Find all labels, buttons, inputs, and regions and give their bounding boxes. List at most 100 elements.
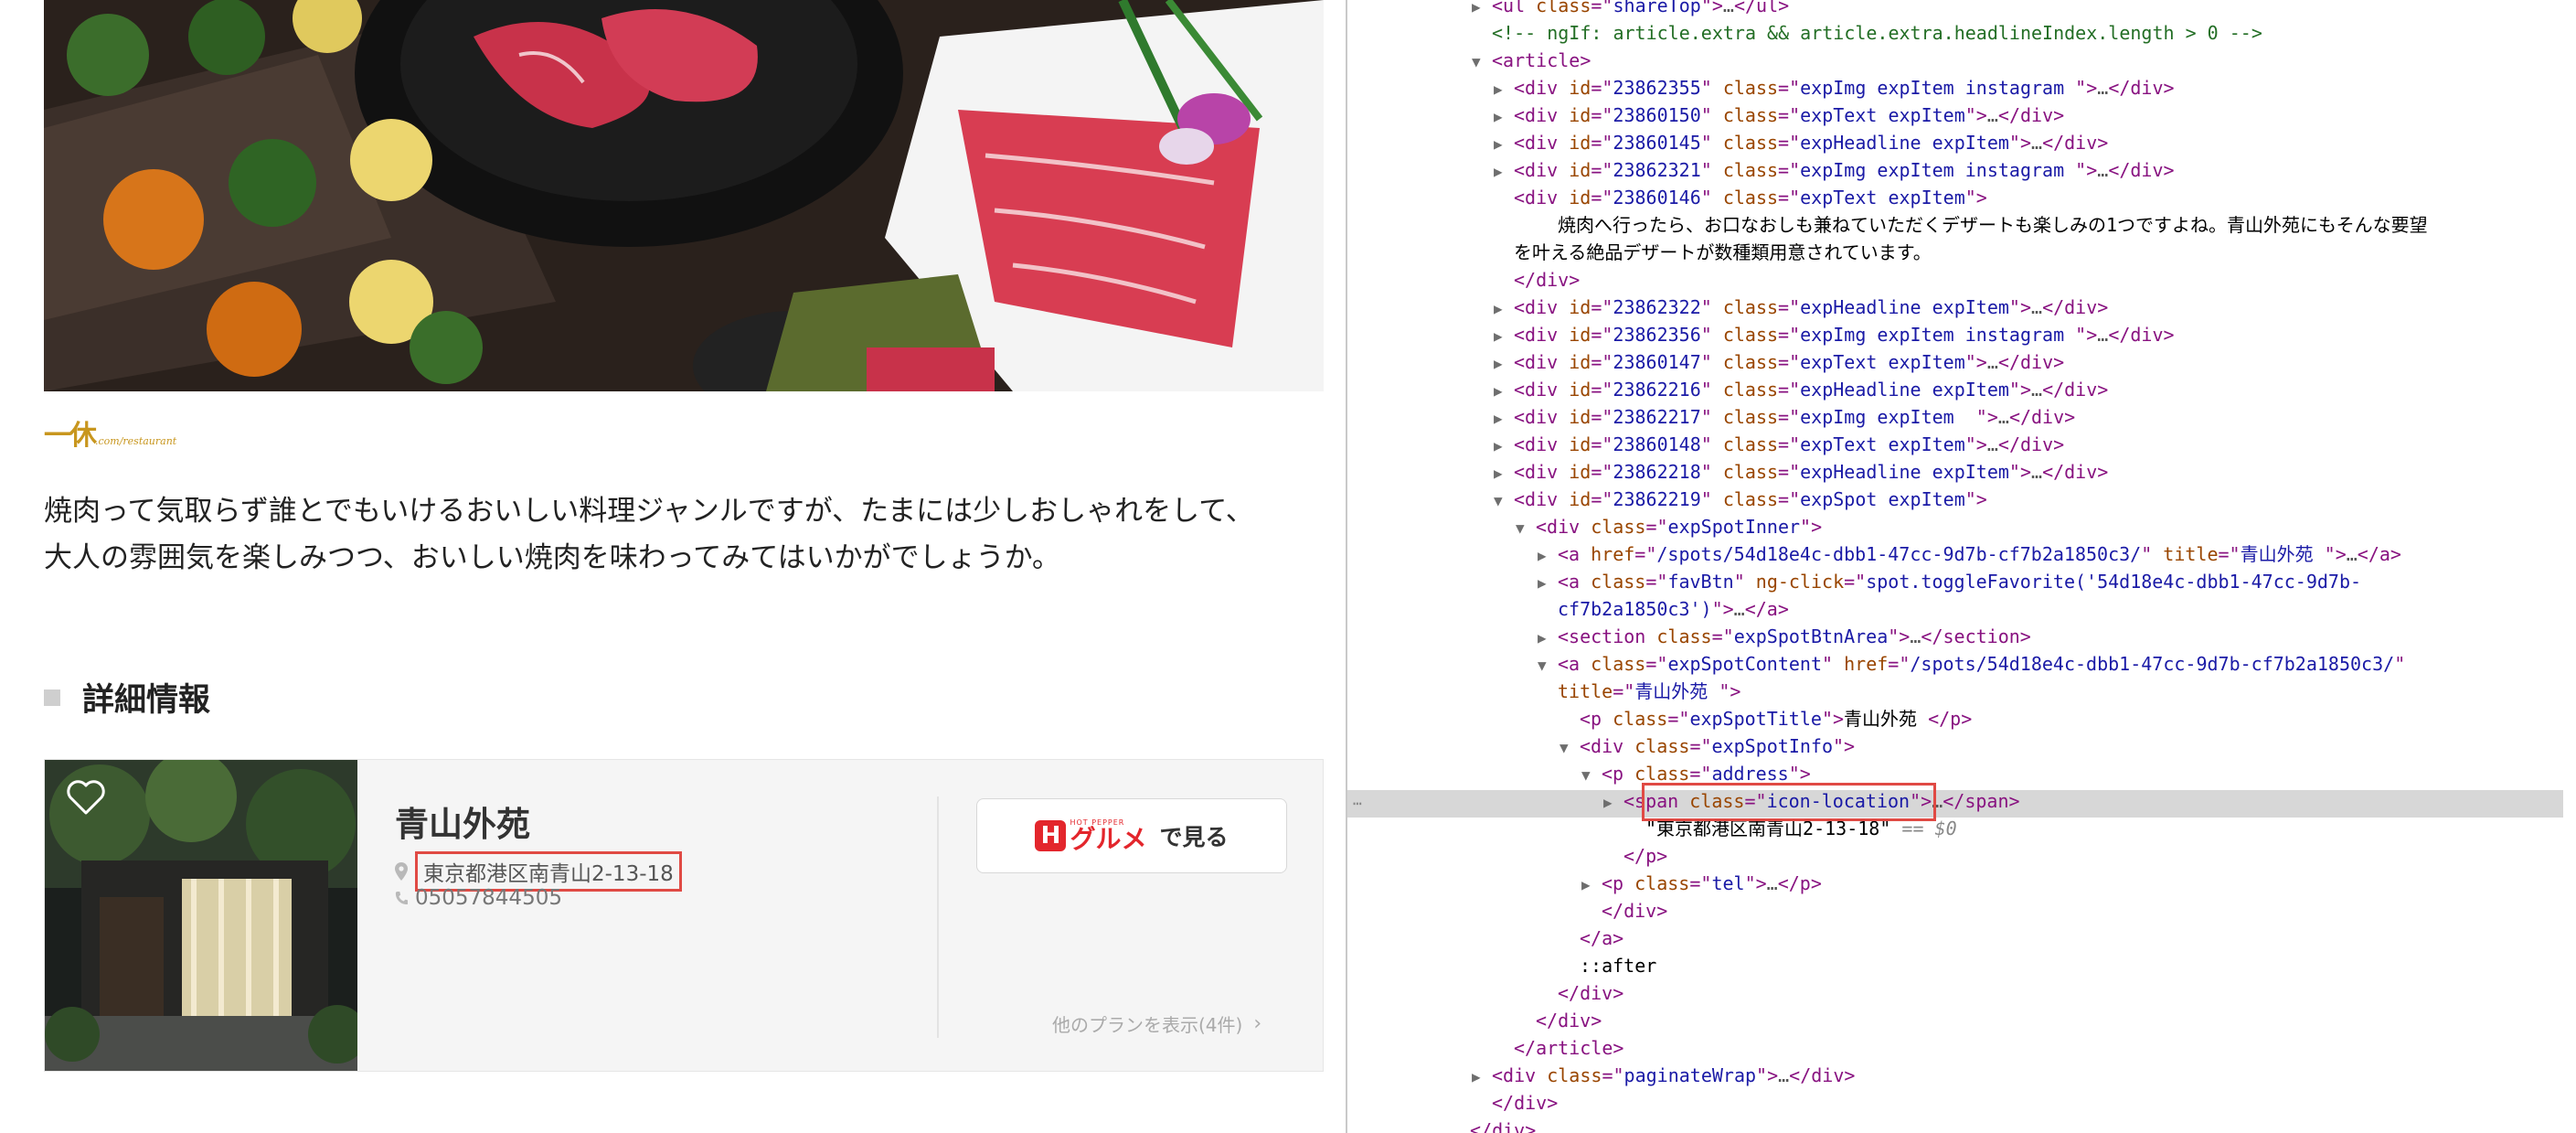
collapse-triangle-icon[interactable]: ▶ [1494,295,1514,323]
collapse-triangle-icon[interactable]: ▶ [1538,542,1558,570]
collapse-triangle-icon[interactable]: ▶ [1494,433,1514,460]
dom-node-row[interactable]: ▶ <a class="favBtn" ng-click="spot.toggle… [1538,568,2361,595]
dom-node-row[interactable]: ▶ <div id="23862322" class="expHeadline e… [1494,294,2108,321]
dom-token: </div> [2042,132,2109,154]
collapse-triangle-icon[interactable]: ▶ [1494,158,1514,186]
dom-node-row[interactable]: ▼ <div class="expSpotInner"> [1516,513,1822,540]
dom-token: … [1997,406,2009,428]
dom-token: =" [1634,543,1657,565]
chevron-right-icon: › [1253,1012,1262,1035]
article-lead-text: 焼肉って気取らず誰とでもいけるおいしい料理ジャンルですが、たまには少しおしゃれを… [44,488,1324,582]
expand-triangle-icon[interactable]: ▼ [1559,734,1580,762]
dom-text-row[interactable]: </div> [1516,1007,1602,1034]
dom-token: expImg expItem instagram [1800,324,2076,346]
dom-token: =" [1591,379,1613,401]
expand-triangle-icon[interactable]: ▼ [1516,515,1536,542]
dom-node-row[interactable]: ▶ <div id="23860150" class="expText expIt… [1494,102,2064,129]
dom-text-row[interactable]: </p> [1603,842,1667,870]
dom-node-row[interactable]: ▼ <a class="expSpotContent" href="/spots/… [1538,650,2405,678]
more-plans-link[interactable]: 他のプランを表示(4件) › [1052,1010,1261,1037]
spot-thumbnail[interactable] [45,760,357,1071]
collapse-triangle-icon[interactable]: ▶ [1494,323,1514,350]
dom-token: id [1569,187,1591,208]
collapse-triangle-icon[interactable]: ▶ [1603,789,1623,817]
dom-node-row[interactable]: ▶ <div id="23862321" class="expImg expIte… [1494,156,2175,184]
expand-triangle-icon[interactable]: ▼ [1538,652,1558,679]
dom-text-row[interactable]: </div> [1450,1117,1536,1133]
dom-token: =" [1778,159,1801,181]
dom-node-row[interactable]: ▶ <p class="tel">…</p> [1581,870,1822,897]
collapse-triangle-icon[interactable]: ▶ [1494,103,1514,131]
dom-text-row[interactable]: </div> [1538,979,1623,1007]
dom-token: を叶える絶品デザートが数種類用意されています。 [1514,241,1932,263]
dom-token: id [1569,77,1591,99]
dom-text-row[interactable]: </a> [1559,925,1623,952]
collapse-triangle-icon[interactable]: ▶ [1472,0,1492,21]
dom-text-row[interactable]: </div> [1494,266,1580,294]
dom-token: <a [1558,543,1591,565]
dom-node-row[interactable]: ▶ <div id="23862217" class="expImg expIte… [1494,403,2075,431]
dom-text-row[interactable]: を叶える絶品デザートが数種類用意されています。 [1494,239,1932,266]
dom-node-row[interactable]: ▶ <div id="23862356" class="expImg expIte… [1494,321,2175,348]
dom-token: <div [1514,461,1570,483]
dom-token: =" [1689,735,1712,757]
dom-node-row[interactable]: ▶ <div class="paginateWrap">…</div> [1472,1062,1855,1089]
dom-text-row[interactable]: cf7b2a1850c3')">…</a> [1538,595,1789,623]
dom-node-row[interactable]: ▶ <div id="23862218" class="expHeadline e… [1494,458,2108,486]
dom-token: =" [1778,132,1801,154]
dom-token: </div> [1470,1119,1537,1133]
dom-text-row[interactable]: title="青山外苑 "> [1538,678,1740,705]
dom-token: =" [1591,433,1613,455]
dom-text-row[interactable]: </div> [1581,897,1667,925]
collapse-triangle-icon[interactable]: ▶ [1538,625,1558,652]
dom-token: id [1569,324,1591,346]
spot-tel-row: 05057844505 [395,886,562,910]
expand-triangle-icon[interactable]: ▼ [1494,487,1514,515]
dom-token: </ul> [1733,0,1790,16]
dom-node-row[interactable]: ▶ <div id="23860145" class="expHeadline e… [1494,129,2108,156]
dom-node-row[interactable]: ▶ <div id="23860147" class="expText expIt… [1494,348,2064,376]
dom-text-row[interactable]: </div> [1472,1089,1558,1117]
dom-text-row[interactable]: <p class="expSpotTitle">青山外苑 </p> [1559,705,1972,732]
dom-text-row[interactable]: <div id="23860146" class="expText expIte… [1494,184,1987,211]
dom-node-row[interactable]: ▼ <article> [1472,47,1591,74]
dom-text-row[interactable]: <!-- ngIf: article.extra && article.extr… [1472,19,2262,47]
expand-triangle-icon[interactable]: ▼ [1472,48,1492,76]
dom-node-row[interactable]: ▼ <div id="23862219" class="expSpot expIt… [1494,486,1987,513]
dom-token: "> [1744,872,1767,894]
dom-text-row[interactable]: </article> [1494,1034,1623,1062]
collapse-triangle-icon[interactable]: ▶ [1494,405,1514,433]
collapse-triangle-icon[interactable]: ▶ [1494,350,1514,378]
collapse-triangle-icon[interactable]: ▶ [1581,871,1602,899]
dom-text-row[interactable]: ::after [1559,952,1656,979]
dom-token: =" [1613,680,1635,702]
dom-token: class [1722,77,1779,99]
dom-token: class [1634,735,1690,757]
collapse-triangle-icon[interactable]: ▶ [1494,76,1514,103]
dom-token: " [1700,187,1723,208]
dom-node-row[interactable]: ▶ <div id="23860148" class="expText expIt… [1494,431,2064,458]
dom-node-row[interactable]: ▶ <ul class="shareTop">…</ul> [1472,0,1789,19]
spot-card[interactable]: 青山外苑 東京都港区南青山2-13-18 05057844505 H HOT P… [44,759,1324,1072]
dom-node-row[interactable]: ▶ <div id="23862216" class="expHeadline e… [1494,376,2108,403]
collapse-triangle-icon[interactable]: ▶ [1538,570,1558,597]
dom-token: </a> [2357,543,2401,565]
dom-token: "> [1964,433,1987,455]
dom-node-row[interactable]: ▶ <section class="expSpotBtnArea">…</sect… [1538,623,2031,650]
heading-square-icon [44,689,60,706]
collapse-triangle-icon[interactable]: ▶ [1494,131,1514,158]
dom-node-row[interactable]: ▼ <div class="expSpotInfo"> [1559,732,1855,760]
dom-token: " [1700,324,1723,346]
spot-title[interactable]: 青山外苑 [395,796,530,846]
dom-token: =" [1778,488,1801,510]
hotpepper-gourmet-button[interactable]: H HOT PEPPER グルメ で見る [976,798,1287,873]
dom-text-row[interactable]: 焼肉へ行ったら、お口なおしも兼ねていただくデザートも楽しみの1つですよね。青山外… [1538,211,2428,239]
collapse-triangle-icon[interactable]: ▶ [1494,460,1514,487]
dom-node-row[interactable]: ▶ <a href="/spots/54d18e4c-dbb1-47cc-9d7b… [1538,540,2401,568]
collapse-triangle-icon[interactable]: ▶ [1472,1064,1492,1091]
devtools-elements-panel[interactable]: ⋯ ▶ <ul class="shareTop">…</ul> <!-- ngIf:… [1347,0,2576,1133]
collapse-triangle-icon[interactable]: ▶ [1494,378,1514,405]
dom-node-row[interactable]: ▶ <div id="23862355" class="expImg expIte… [1494,74,2175,102]
heart-icon[interactable] [65,776,107,818]
expand-triangle-icon[interactable]: ▼ [1581,762,1602,789]
